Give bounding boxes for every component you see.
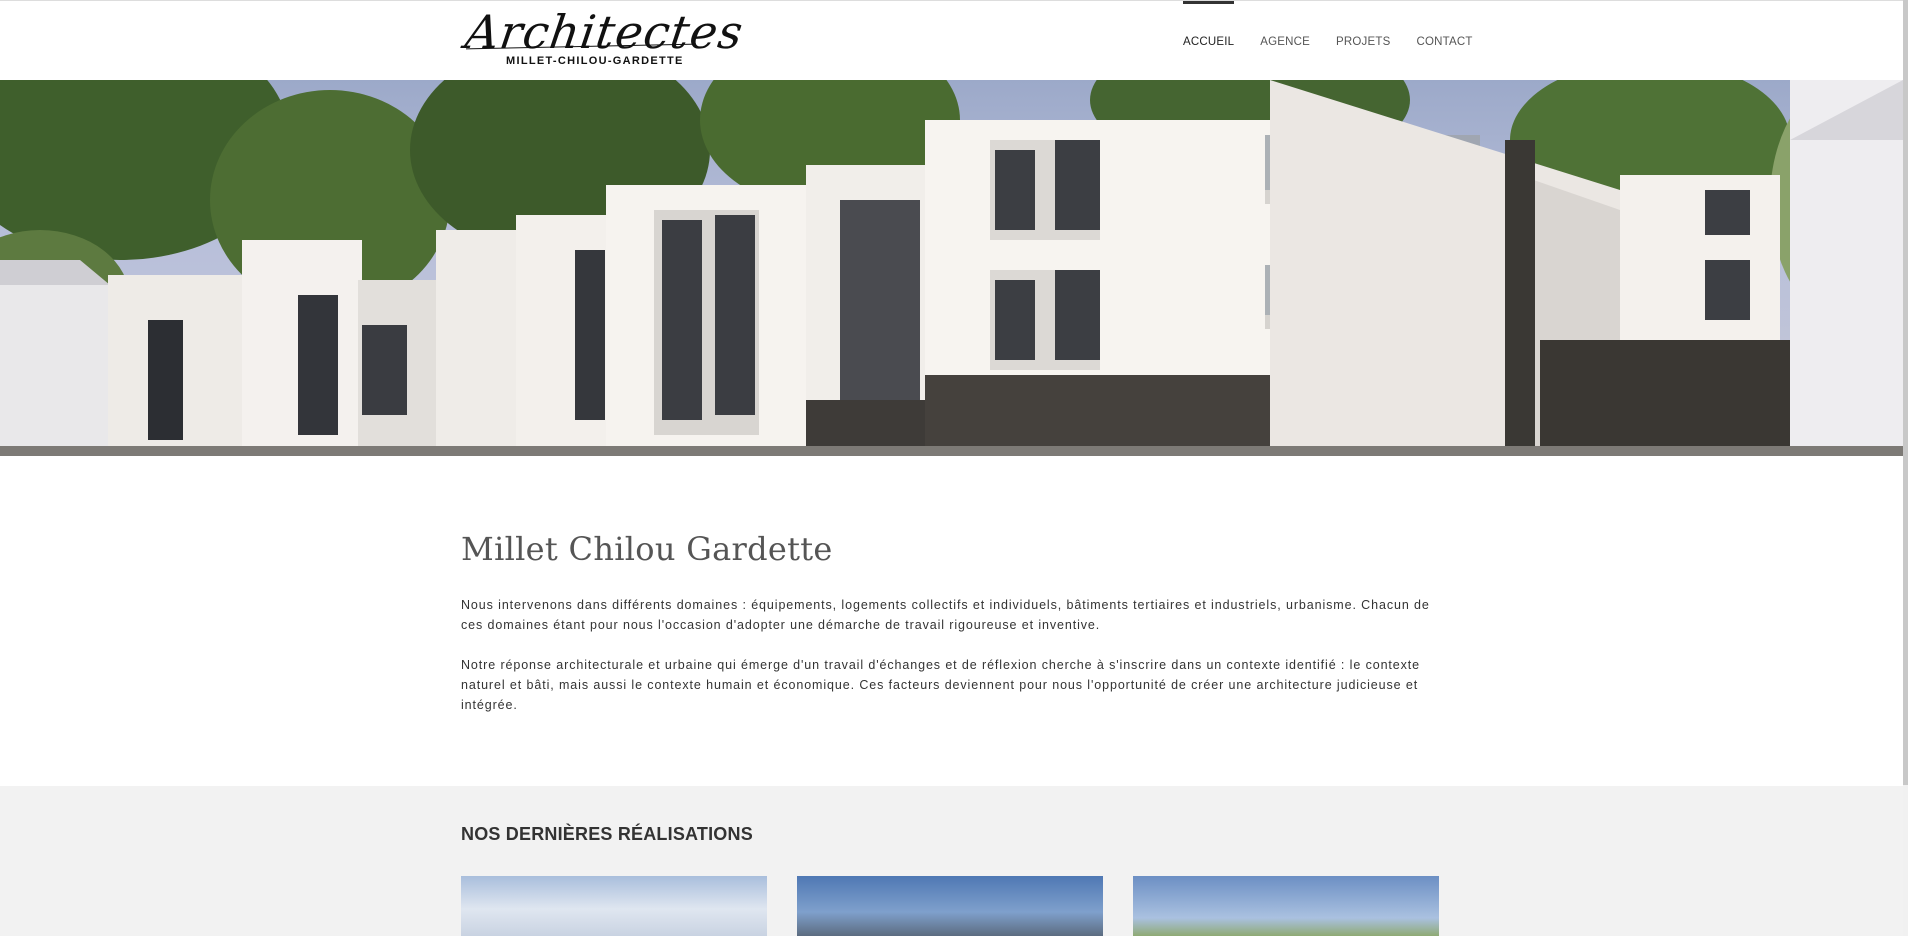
project-thumbnail[interactable] xyxy=(1133,876,1439,936)
recent-projects-title: NOS DERNIÈRES RÉALISATIONS xyxy=(461,824,753,844)
hero-building-illustration xyxy=(0,80,1903,456)
site-header: Architectes MILLET-CHILOU-GARDETTE ACCUE… xyxy=(0,0,1903,80)
page-scrollbar[interactable] xyxy=(1903,0,1908,936)
intro-paragraph-2: Notre réponse architecturale et urbaine … xyxy=(461,658,1421,712)
page: Architectes MILLET-CHILOU-GARDETTE ACCUE… xyxy=(0,0,1903,936)
nav-item-contact[interactable]: CONTACT xyxy=(1403,1,1485,81)
intro-section: Millet Chilou Gardette Nous intervenons … xyxy=(461,530,1441,715)
recent-projects-section: NOS DERNIÈRES RÉALISATIONS xyxy=(0,786,1903,936)
logo-script-text: Architectes xyxy=(462,5,747,59)
hero-banner-image xyxy=(0,80,1903,456)
main-nav: ACCUEIL AGENCE PROJETS CONTACT xyxy=(1170,1,1486,81)
site-logo[interactable]: Architectes MILLET-CHILOU-GARDETTE xyxy=(462,5,747,71)
nav-item-agence[interactable]: AGENCE xyxy=(1247,1,1323,81)
project-thumbnail[interactable] xyxy=(461,876,767,936)
nav-item-projets[interactable]: PROJETS xyxy=(1323,1,1403,81)
intro-paragraph-1: Nous intervenons dans différents domaine… xyxy=(461,598,1430,632)
nav-item-accueil[interactable]: ACCUEIL xyxy=(1170,1,1247,81)
project-thumbnail[interactable] xyxy=(797,876,1103,936)
logo-subtitle: MILLET-CHILOU-GARDETTE xyxy=(506,55,684,67)
page-title: Millet Chilou Gardette xyxy=(461,530,833,568)
scrollbar-thumb[interactable] xyxy=(1903,0,1908,785)
